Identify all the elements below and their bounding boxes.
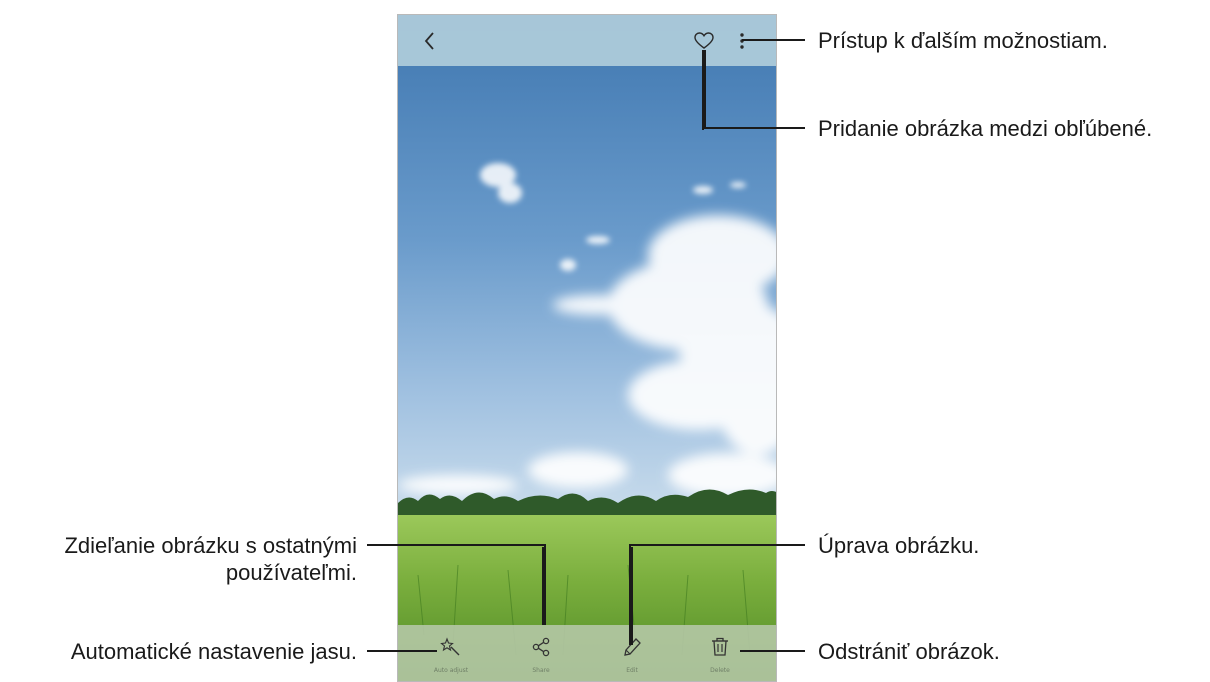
callout-share-line1: Zdieľanie obrázku s ostatnými — [64, 533, 357, 558]
callout-auto-adjust: Automatické nastavenie jasu. — [70, 639, 357, 664]
callout-favorite: Pridanie obrázka medzi obľúbené. — [818, 116, 1153, 141]
callout-more-options: Prístup k ďalším možnostiam. — [818, 28, 1108, 53]
callout-share: Zdieľanie obrázku s ostatnými používateľ… — [64, 532, 357, 586]
callout-share-line2: používateľmi. — [225, 560, 357, 585]
callout-edit: Úprava obrázku. — [818, 533, 980, 558]
callout-delete: Odstrániť obrázok. — [818, 639, 1000, 664]
